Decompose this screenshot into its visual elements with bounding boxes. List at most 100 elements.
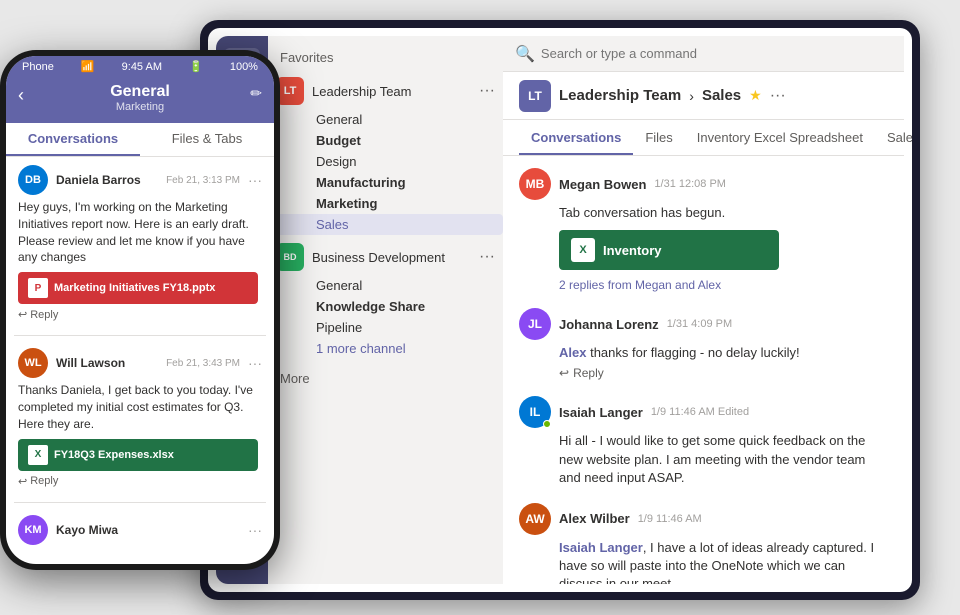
- favorites-header: Favorites: [268, 36, 503, 73]
- msg1-attachment[interactable]: X Inventory: [559, 230, 779, 270]
- phone-msg-2: WL Will Lawson Feb 21, 3:43 PM ··· Thank…: [14, 348, 266, 487]
- msg2-reply-btn[interactable]: ↩ Reply: [519, 366, 888, 380]
- phone-device: Phone 📶 9:45 AM 🔋 100% ‹ General Marketi…: [0, 50, 280, 570]
- channel-separator: ›: [689, 88, 694, 104]
- channel-header: LT Leadership Team › Sales ★ ···: [503, 72, 904, 120]
- teams-more-btn[interactable]: More: [268, 363, 503, 394]
- search-input[interactable]: [541, 46, 892, 61]
- team-name-leadership: Leadership Team: [312, 84, 479, 99]
- phone-msg1-time: Feb 21, 3:13 PM: [166, 175, 240, 186]
- channel-budget[interactable]: Budget: [268, 130, 503, 151]
- phone-msg1-header: DB Daniela Barros Feb 21, 3:13 PM ···: [18, 165, 262, 195]
- phone-time: 9:45 AM: [122, 61, 162, 73]
- msg4-header: AW Alex Wilber 1/9 11:46 AM: [519, 503, 888, 535]
- phone-msg2-text: Thanks Daniela, I get back to you today.…: [18, 382, 262, 432]
- phone-channel-title: General: [18, 83, 262, 101]
- phone-battery: 100%: [230, 61, 258, 73]
- channel-knowledge-share[interactable]: Knowledge Share: [268, 296, 503, 317]
- phone-msg2-author: Will Lawson: [56, 356, 158, 370]
- phone-msg3-header: KM Kayo Miwa ···: [18, 515, 262, 545]
- teams-list-panel: Favorites LT Leadership Team ··· General…: [268, 36, 503, 584]
- channel-general-bizdev[interactable]: General: [268, 275, 503, 296]
- team-more-leadership[interactable]: ···: [479, 82, 495, 100]
- phone-msg2-attachment-name: FY18Q3 Expenses.xlsx: [54, 449, 174, 461]
- team-more-bizdev[interactable]: ···: [479, 248, 495, 266]
- msg1-replies[interactable]: 2 replies from Megan and Alex: [519, 278, 888, 292]
- channel-design[interactable]: Design: [268, 151, 503, 172]
- divider-2: [14, 502, 266, 503]
- phone-tabs: Conversations Files & Tabs: [6, 123, 274, 157]
- team-name-bizdev: Business Development: [312, 250, 479, 265]
- msg4-text: Isaiah Langer, I have a lot of ideas alr…: [519, 539, 888, 584]
- msg4-mention: Isaiah Langer: [559, 540, 643, 555]
- tabs-bar: Conversations Files Inventory Excel Spre…: [503, 120, 904, 156]
- phone-status-bar: Phone 📶 9:45 AM 🔋 100%: [6, 56, 274, 77]
- msg2-text: Alex thanks for flagging - no delay luck…: [519, 344, 888, 362]
- main-content: 🔍 LT Leadership Team › Sales ★ ··· Conve…: [503, 36, 904, 584]
- phone-msg2-more[interactable]: ···: [248, 355, 262, 371]
- tablet-screen: Activity Chat Teams Favorites LT Leaders…: [208, 28, 912, 592]
- phone-battery-icon: 🔋: [189, 60, 203, 73]
- phone-screen: Phone 📶 9:45 AM 🔋 100% ‹ General Marketi…: [6, 56, 274, 564]
- tab-files[interactable]: Files: [633, 130, 684, 155]
- channel-sales[interactable]: Sales: [268, 214, 503, 235]
- phone-msg1-author: Daniela Barros: [56, 173, 158, 187]
- phone-msg1-text: Hey guys, I'm working on the Marketing I…: [18, 199, 262, 266]
- messages-area: MB Megan Bowen 1/31 12:08 PM Tab convers…: [503, 156, 904, 584]
- team-item-bizdev[interactable]: BD Business Development ···: [268, 239, 503, 275]
- msg4-time: 1/9 11:46 AM: [638, 513, 702, 525]
- msg3-avatar: IL: [519, 396, 551, 428]
- xlsx-icon: X: [28, 445, 48, 465]
- msg1-time: 1/31 12:08 PM: [654, 178, 726, 190]
- channel-marketing[interactable]: Marketing: [268, 193, 503, 214]
- msg2-time: 1/31 4:09 PM: [667, 318, 732, 330]
- phone-msg2-reply[interactable]: ↩ Reply: [18, 475, 262, 488]
- phone-msg3-more[interactable]: ···: [248, 522, 262, 538]
- channel-star-icon[interactable]: ★: [749, 87, 762, 104]
- msg1-text: Tab conversation has begun.: [519, 204, 888, 222]
- message-group-4: AW Alex Wilber 1/9 11:46 AM Isaiah Lange…: [519, 503, 888, 584]
- tab-sales-presentation[interactable]: Sales Presentation: [875, 130, 912, 155]
- phone-msg-1: DB Daniela Barros Feb 21, 3:13 PM ··· He…: [14, 165, 266, 321]
- msg3-header: IL Isaiah Langer 1/9 11:46 AM Edited: [519, 396, 888, 428]
- phone-msg2-header: WL Will Lawson Feb 21, 3:43 PM ···: [18, 348, 262, 378]
- phone-msg1-avatar: DB: [18, 165, 48, 195]
- phone-tab-files[interactable]: Files & Tabs: [140, 123, 274, 156]
- tab-conversations[interactable]: Conversations: [519, 130, 633, 155]
- channel-more-btn[interactable]: ···: [770, 87, 786, 105]
- msg1-header: MB Megan Bowen 1/31 12:08 PM: [519, 168, 888, 200]
- team-avatar-leadership: LT: [276, 77, 304, 105]
- msg3-author: Isaiah Langer: [559, 405, 643, 420]
- phone-msg1-more[interactable]: ···: [248, 172, 262, 188]
- phone-msg2-attachment[interactable]: X FY18Q3 Expenses.xlsx: [18, 439, 258, 471]
- message-group-2: JL Johanna Lorenz 1/31 4:09 PM Alex than…: [519, 308, 888, 380]
- team-group-bizdev: BD Business Development ··· General Know…: [268, 239, 503, 359]
- phone-compose-btn[interactable]: ✏: [250, 85, 262, 102]
- msg2-author: Johanna Lorenz: [559, 317, 659, 332]
- phone-msg3-author: Kayo Miwa: [56, 523, 240, 537]
- team-item-leadership[interactable]: LT Leadership Team ···: [268, 73, 503, 109]
- msg2-header: JL Johanna Lorenz 1/31 4:09 PM: [519, 308, 888, 340]
- channel-team-name: Leadership Team: [559, 87, 681, 104]
- msg4-avatar: AW: [519, 503, 551, 535]
- phone-msg3-avatar: KM: [18, 515, 48, 545]
- excel-icon: X: [571, 238, 595, 262]
- channel-manufacturing[interactable]: Manufacturing: [268, 172, 503, 193]
- phone-msg2-avatar: WL: [18, 348, 48, 378]
- message-group-1: MB Megan Bowen 1/31 12:08 PM Tab convers…: [519, 168, 888, 292]
- tab-inventory[interactable]: Inventory Excel Spreadsheet: [685, 130, 875, 155]
- channel-general-leadership[interactable]: General: [268, 109, 503, 130]
- msg1-attachment-name: Inventory: [603, 243, 662, 258]
- tablet-device: Activity Chat Teams Favorites LT Leaders…: [200, 20, 920, 600]
- phone-carrier: Phone: [22, 61, 54, 73]
- phone-msg2-time: Feb 21, 3:43 PM: [166, 358, 240, 369]
- phone-tab-conversations[interactable]: Conversations: [6, 123, 140, 156]
- message-group-3: IL Isaiah Langer 1/9 11:46 AM Edited Hi …: [519, 396, 888, 487]
- phone-team-subtitle: Marketing: [18, 101, 262, 113]
- phone-msg1-reply[interactable]: ↩ Reply: [18, 308, 262, 321]
- phone-msg1-attachment[interactable]: P Marketing Initiatives FY18.pptx: [18, 272, 258, 304]
- channel-pipeline[interactable]: Pipeline: [268, 317, 503, 338]
- more-channels-bizdev[interactable]: 1 more channel: [268, 338, 503, 359]
- channel-name: Sales: [702, 87, 741, 104]
- msg3-text: Hi all - I would like to get some quick …: [519, 432, 888, 487]
